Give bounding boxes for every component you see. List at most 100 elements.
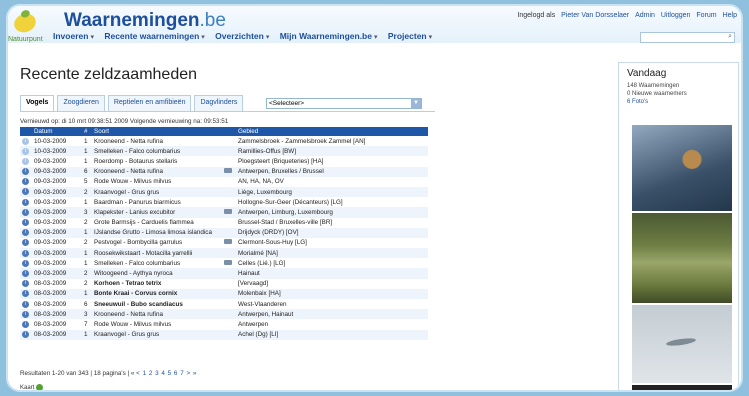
species-cell[interactable]: Baardman - Panurus biarmicus	[92, 197, 222, 207]
pager-prev[interactable]: <	[136, 370, 140, 377]
row-info-cell[interactable]: i	[20, 186, 32, 198]
row-info-cell[interactable]: i	[20, 146, 32, 157]
species-cell[interactable]: Krooneend - Netta rufina	[92, 136, 222, 146]
species-cell[interactable]: Krooneend - Netta rufina	[92, 309, 222, 320]
table-row[interactable]: i 08-03-2009 1 Kraanvogel - Grus grus Achel …	[20, 329, 428, 340]
info-icon[interactable]: i	[22, 320, 29, 328]
row-info-cell[interactable]: i	[20, 238, 32, 248]
info-icon[interactable]: i	[22, 198, 29, 206]
row-info-cell[interactable]: i	[20, 258, 32, 268]
species-cell[interactable]: Bonte Kraai - Corvus cornix	[92, 288, 222, 299]
pager-page-2[interactable]: 2	[149, 370, 153, 377]
info-icon[interactable]: i	[22, 157, 29, 165]
table-row[interactable]: i 09-03-2009 1 Baardman - Panurus biarmicus…	[20, 197, 428, 207]
table-row[interactable]: i 09-03-2009 1 Roerdomp - Botaurus stellari…	[20, 156, 428, 166]
row-info-cell[interactable]: i	[20, 177, 32, 187]
table-row[interactable]: i 10-03-2009 1 Krooneend - Netta rufina Zamm…	[20, 136, 428, 146]
search-input[interactable]: ⌕	[640, 32, 735, 43]
row-info-cell[interactable]: i	[20, 268, 32, 279]
table-row[interactable]: i 08-03-2009 2 Korhoen - Tetrao tetrix [Verv…	[20, 279, 428, 289]
logo-icon[interactable]	[11, 10, 39, 36]
row-info-cell[interactable]: i	[20, 319, 32, 329]
species-cell[interactable]: Rode Wouw - Milvus milvus	[92, 177, 222, 187]
site-title[interactable]: Waarnemingen.be	[64, 10, 226, 32]
table-row[interactable]: i 09-03-2009 2 Grote Barmsijs - Carduelis f…	[20, 218, 428, 228]
admin-link[interactable]: Admin	[635, 12, 655, 19]
table-row[interactable]: i 08-03-2009 3 Krooneend - Netta rufina Antw…	[20, 309, 428, 320]
species-cell[interactable]: Smelleken - Falco columbarius	[92, 146, 222, 157]
forum-link[interactable]: Forum	[696, 12, 716, 19]
table-row[interactable]: i 08-03-2009 6 Sneeuwuil - Bubo scandiacus W…	[20, 299, 428, 309]
site-name[interactable]: Waarnemingen	[64, 10, 200, 31]
row-info-cell[interactable]: i	[20, 156, 32, 166]
species-cell[interactable]: Roosekwikstaart - Motacilla yarrellii	[92, 248, 222, 259]
row-info-cell[interactable]: i	[20, 218, 32, 228]
pager-page-5[interactable]: 5	[168, 370, 172, 377]
row-info-cell[interactable]: i	[20, 288, 32, 299]
pager-page-3[interactable]: 3	[155, 370, 159, 377]
species-cell[interactable]: Korhoen - Tetrao tetrix	[92, 279, 222, 289]
bird-photo-thumbnail[interactable]	[632, 213, 732, 303]
chevron-down-icon[interactable]: ▼	[411, 99, 421, 108]
info-icon[interactable]: i	[22, 259, 29, 267]
camera-icon[interactable]	[224, 168, 232, 174]
bird-photo-thumbnail[interactable]	[632, 385, 732, 390]
pager-page-4[interactable]: 4	[161, 370, 165, 377]
table-row[interactable]: i 09-03-2009 2 Pestvogel - Bombycilla garru…	[20, 238, 428, 248]
species-cell[interactable]: Pestvogel - Bombycilla garrulus	[92, 238, 222, 248]
species-cell[interactable]: Grote Barmsijs - Carduelis flammea	[92, 218, 222, 228]
row-info-cell[interactable]: i	[20, 227, 32, 238]
species-cell[interactable]: IJslandse Grutto - Limosa limosa islandi…	[92, 227, 222, 238]
table-row[interactable]: i 09-03-2009 1 Smelleken - Falco columbariu…	[20, 258, 428, 268]
pager-next[interactable]: >	[186, 370, 190, 377]
bird-photo-thumbnail[interactable]	[632, 305, 732, 383]
camera-icon[interactable]	[224, 239, 232, 245]
species-cell[interactable]: Roerdomp - Botaurus stellaris	[92, 156, 222, 166]
info-icon[interactable]: i	[22, 300, 29, 308]
table-row[interactable]: i 08-03-2009 7 Rode Wouw - Milvus milvus Ant…	[20, 319, 428, 329]
info-icon[interactable]: i	[22, 239, 29, 247]
table-row[interactable]: i 09-03-2009 2 Witoogeend - Aythya nyroca Ha…	[20, 268, 428, 279]
tab-zoogdieren[interactable]: Zoogdieren	[57, 95, 105, 111]
row-info-cell[interactable]: i	[20, 207, 32, 218]
pager-page-1[interactable]: 1	[143, 370, 147, 377]
species-cell[interactable]: Kraanvogel - Grus grus	[92, 329, 222, 340]
camera-icon[interactable]	[224, 259, 232, 265]
row-info-cell[interactable]: i	[20, 329, 32, 340]
row-info-cell[interactable]: i	[20, 279, 32, 289]
table-row[interactable]: i 10-03-2009 1 Smelleken - Falco columbariu…	[20, 146, 428, 157]
info-icon[interactable]: i	[22, 310, 29, 318]
row-info-cell[interactable]: i	[20, 299, 32, 309]
help-link[interactable]: Help	[723, 12, 737, 19]
info-icon[interactable]: i	[22, 249, 29, 257]
table-row[interactable]: i 08-03-2009 1 Bonte Kraai - Corvus cornix M…	[20, 288, 428, 299]
info-icon[interactable]: i	[22, 219, 29, 226]
info-icon[interactable]: i	[22, 229, 29, 237]
info-icon[interactable]: i	[22, 188, 29, 196]
sidebar-photos-link[interactable]: 6 Foto's	[627, 99, 648, 105]
user-name-link[interactable]: Pieter Van Dorsselaer	[561, 12, 629, 19]
species-cell[interactable]: Sneeuwuil - Bubo scandiacus	[92, 299, 222, 309]
group-select[interactable]: <Selecteer> ▼	[266, 98, 422, 109]
row-info-cell[interactable]: i	[20, 248, 32, 259]
row-info-cell[interactable]: i	[20, 136, 32, 146]
tab-reptielen[interactable]: Reptielen en amfibieën	[107, 95, 192, 111]
pager-last[interactable]: »	[193, 370, 197, 377]
species-cell[interactable]: Krooneend - Netta rufina	[92, 166, 222, 177]
info-icon[interactable]: i	[22, 137, 29, 145]
nav-item-projecten[interactable]: Projecten ▾	[388, 31, 432, 41]
row-info-cell[interactable]: i	[20, 197, 32, 207]
info-icon[interactable]: i	[22, 269, 29, 277]
nav-item-overzichten[interactable]: Overzichten ▾	[215, 31, 269, 41]
table-row[interactable]: i 09-03-2009 6 Krooneend - Netta rufina Antw…	[20, 166, 428, 177]
pager-page-6[interactable]: 6	[174, 370, 178, 377]
nav-item-mijn[interactable]: Mijn Waarnemingen.be ▾	[280, 31, 378, 41]
row-info-cell[interactable]: i	[20, 309, 32, 320]
column-header-count[interactable]: #	[82, 127, 92, 136]
column-header-species[interactable]: Soort	[92, 127, 222, 136]
logout-link[interactable]: Uitloggen	[661, 12, 691, 19]
row-info-cell[interactable]: i	[20, 166, 32, 177]
table-row[interactable]: i 09-03-2009 2 Kraanvogel - Grus grus Liège,…	[20, 186, 428, 198]
tab-dagvlinders[interactable]: Dagvlinders	[194, 95, 244, 111]
info-icon[interactable]: i	[22, 147, 29, 155]
